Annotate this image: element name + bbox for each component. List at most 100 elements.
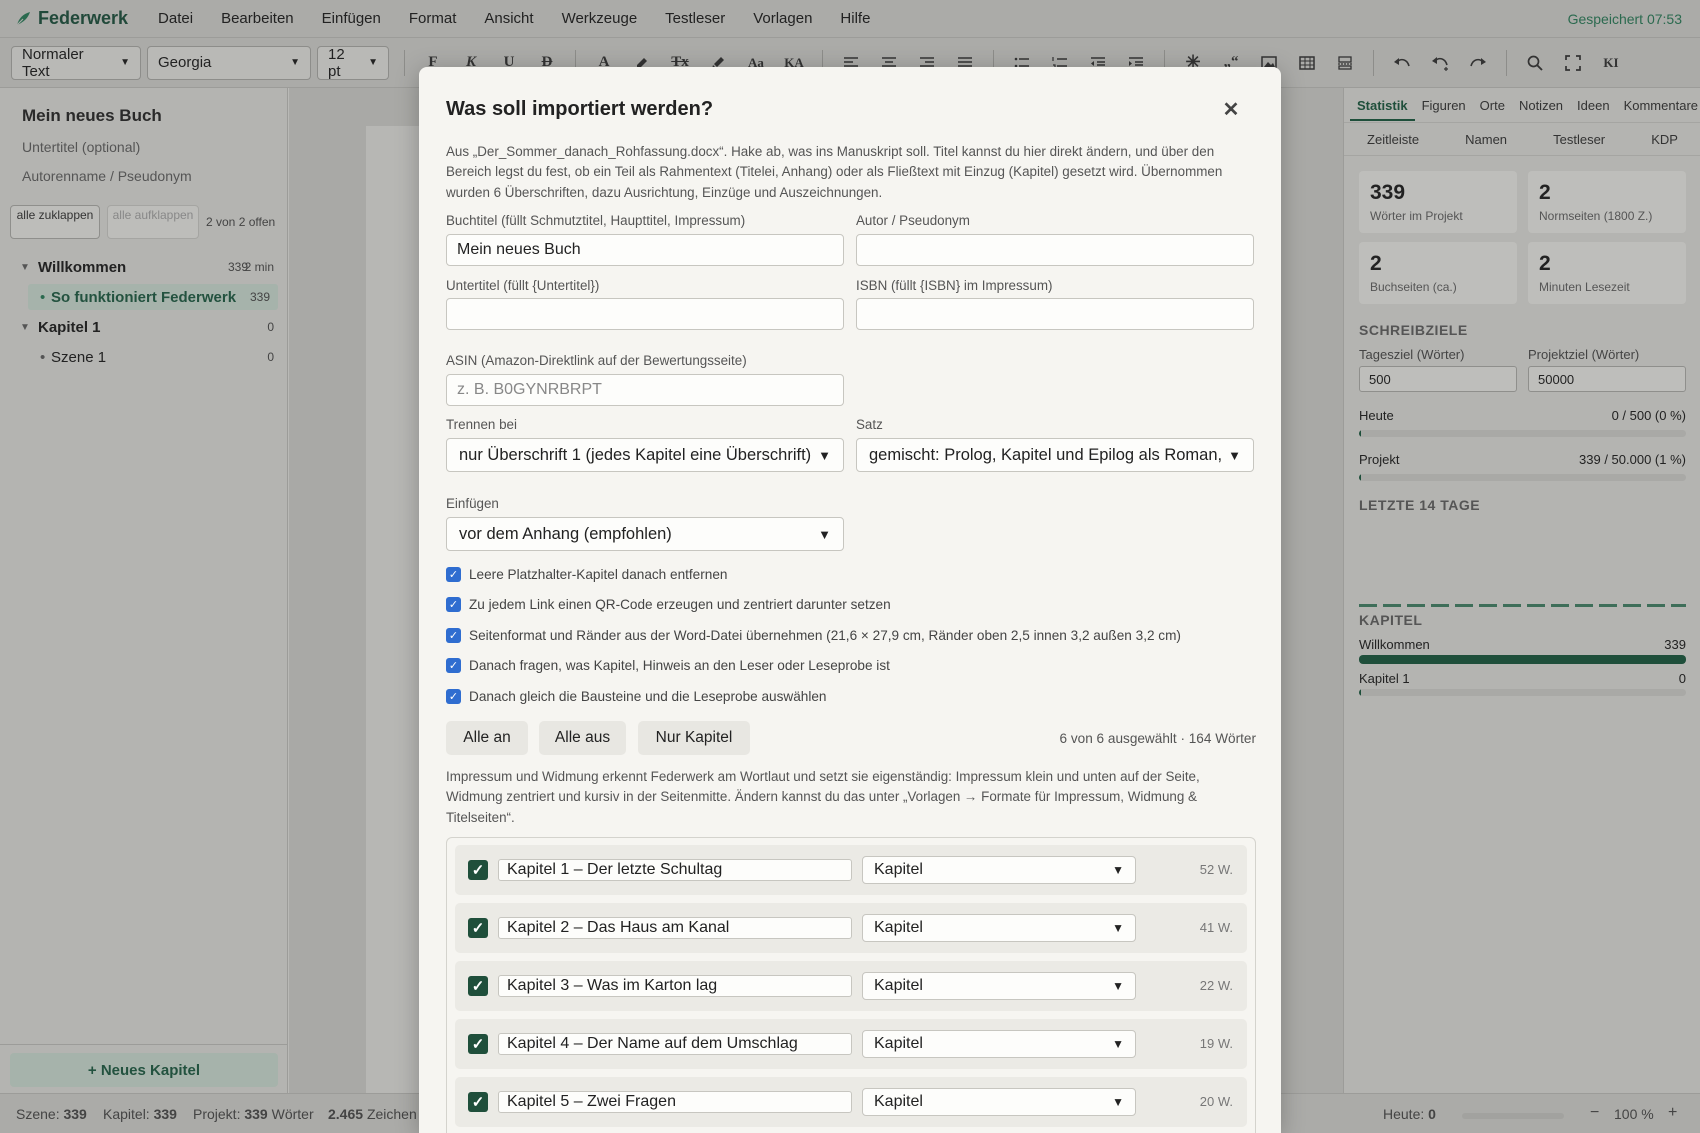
- insert-position-select[interactable]: vor dem Anhang (empfohlen) ▼: [446, 517, 844, 551]
- fullscreen-button[interactable]: [1554, 46, 1592, 80]
- zoom-out-button[interactable]: −: [1590, 1104, 1599, 1122]
- tab-statistik[interactable]: Statistik: [1350, 98, 1415, 121]
- undo-history-button[interactable]: [1421, 46, 1459, 80]
- tab-kdp[interactable]: KDP: [1651, 132, 1678, 147]
- menu-werkzeuge[interactable]: Werkzeuge: [548, 10, 652, 27]
- author-label: Autor / Pseudonym: [856, 213, 970, 228]
- item-title-input[interactable]: Kapitel 3 – Was im Karton lag: [498, 975, 852, 997]
- checkbox-checked-icon[interactable]: ✓: [468, 918, 488, 938]
- book-title-label: Buchtitel (füllt Schmutztitel, Haupttite…: [446, 213, 746, 228]
- toolbar-divider: [1506, 49, 1507, 76]
- project-goal-input[interactable]: 50000: [1528, 366, 1686, 392]
- option-page-format[interactable]: ✓ Seitenformat und Ränder aus der Word-Da…: [446, 628, 1181, 643]
- menu-vorlagen[interactable]: Vorlagen: [739, 10, 826, 27]
- tab-ideen[interactable]: Ideen: [1570, 98, 1617, 113]
- new-chapter-button[interactable]: + Neues Kapitel: [10, 1053, 278, 1087]
- item-type-select[interactable]: Kapitel ▼: [862, 972, 1136, 1000]
- subtitle-input[interactable]: [446, 298, 844, 330]
- book-title[interactable]: Mein neues Buch: [22, 106, 162, 126]
- collapse-all-button[interactable]: alle zuklappen: [10, 205, 100, 239]
- only-chapters-button[interactable]: Nur Kapitel: [638, 721, 750, 755]
- tab-notizen[interactable]: Notizen: [1512, 98, 1570, 113]
- checkbox-checked-icon[interactable]: ✓: [446, 597, 461, 612]
- checkbox-checked-icon[interactable]: ✓: [468, 1034, 488, 1054]
- all-off-button[interactable]: Alle aus: [539, 721, 626, 755]
- import-items-list: ✓ Kapitel 1 – Der letzte Schultag Kapite…: [446, 837, 1256, 1133]
- item-title-input[interactable]: Kapitel 5 – Zwei Fragen: [498, 1091, 852, 1113]
- undo-button[interactable]: [1383, 46, 1421, 80]
- item-title-input[interactable]: Kapitel 2 – Das Haus am Kanal: [498, 917, 852, 939]
- menu-testleser[interactable]: Testleser: [651, 10, 739, 27]
- option-qr-codes[interactable]: ✓ Zu jedem Link einen QR-Code erzeugen un…: [446, 597, 891, 612]
- font-size-select[interactable]: 12 pt ▼: [317, 45, 389, 80]
- checkbox-checked-icon[interactable]: ✓: [468, 860, 488, 880]
- word-count: 339: [249, 290, 270, 304]
- expand-all-button[interactable]: alle aufklappen: [107, 205, 199, 239]
- checkbox-checked-icon[interactable]: ✓: [446, 689, 461, 704]
- stat-card-words: 339 Wörter im Projekt: [1359, 171, 1517, 233]
- tab-kommentare[interactable]: Kommentare: [1617, 98, 1700, 113]
- scene-word-count: Szene: 339: [16, 1106, 87, 1122]
- tree-chapter-kapitel-1[interactable]: ▼ Kapitel 1 0: [0, 314, 288, 340]
- menu-bearbeiten[interactable]: Bearbeiten: [207, 10, 308, 27]
- book-author-field[interactable]: Autorenname / Pseudonym: [22, 168, 192, 184]
- sidebar-divider: [0, 1044, 288, 1045]
- insert-table-button[interactable]: [1288, 46, 1326, 80]
- menu-ansicht[interactable]: Ansicht: [470, 10, 547, 27]
- book-subtitle-field[interactable]: Untertitel (optional): [22, 139, 140, 155]
- item-type-select[interactable]: Kapitel ▼: [862, 1088, 1136, 1116]
- caret-down-icon[interactable]: ▼: [20, 322, 30, 333]
- font-family-select[interactable]: Georgia ▼: [147, 45, 311, 80]
- item-title-input[interactable]: Kapitel 4 – Der Name auf dem Umschlag: [498, 1033, 852, 1055]
- menu-einfuegen[interactable]: Einfügen: [308, 10, 395, 27]
- chapter-progress-bar: [1359, 655, 1686, 664]
- tab-zeitleiste[interactable]: Zeitleiste: [1367, 132, 1419, 147]
- tree-scene-szene-1[interactable]: • Szene 1 0: [0, 344, 288, 370]
- today-progress-bar: [1359, 430, 1686, 437]
- tab-testleser[interactable]: Testleser: [1553, 132, 1605, 147]
- menu-hilfe[interactable]: Hilfe: [826, 10, 884, 27]
- asin-input[interactable]: z. B. B0GYNRBRPT: [446, 374, 844, 406]
- item-type-select[interactable]: Kapitel ▼: [862, 1030, 1136, 1058]
- chapter-progress-bar: [1359, 689, 1686, 696]
- tab-namen[interactable]: Namen: [1465, 132, 1507, 147]
- caret-down-icon[interactable]: ▼: [20, 262, 30, 273]
- stat-card-book-pages: 2 Buchseiten (ca.): [1359, 242, 1517, 304]
- tree-scene-so-funktioniert[interactable]: • So funktioniert Federwerk 339: [28, 284, 278, 310]
- tab-orte[interactable]: Orte: [1473, 98, 1512, 113]
- search-button[interactable]: [1516, 46, 1554, 80]
- author-input[interactable]: [856, 234, 1254, 266]
- menu-datei[interactable]: Datei: [144, 10, 207, 27]
- isbn-input[interactable]: [856, 298, 1254, 330]
- tree-chapter-willkommen[interactable]: ▼ Willkommen 339 2 min: [0, 254, 288, 280]
- checkbox-checked-icon[interactable]: ✓: [446, 658, 461, 673]
- close-icon[interactable]: ✕: [1219, 97, 1243, 122]
- redo-button[interactable]: [1459, 46, 1497, 80]
- item-type-select[interactable]: Kapitel ▼: [862, 914, 1136, 942]
- option-ask-chapter-type[interactable]: ✓ Danach fragen, was Kapitel, Hinweis an …: [446, 658, 890, 673]
- chapter-stat-row: Kapitel 1 0: [1359, 671, 1686, 686]
- checkbox-checked-icon[interactable]: ✓: [468, 976, 488, 996]
- item-type-select[interactable]: Kapitel ▼: [862, 856, 1136, 884]
- checkbox-checked-icon[interactable]: ✓: [446, 628, 461, 643]
- option-remove-placeholders[interactable]: ✓ Leere Platzhalter-Kapitel danach entfer…: [446, 567, 727, 582]
- tab-figuren[interactable]: Figuren: [1415, 98, 1473, 113]
- dialog-description: Aus „Der_Sommer_danach_Rohfassung.docx“.…: [446, 144, 1223, 200]
- paragraph-style-select[interactable]: Normaler Text ▼: [11, 45, 141, 80]
- isbn-label: ISBN (füllt {ISBN} im Impressum): [856, 278, 1053, 293]
- typeset-select[interactable]: gemischt: Prolog, Kapitel und Epilog als…: [856, 438, 1254, 472]
- split-select[interactable]: nur Überschrift 1 (jedes Kapitel eine Üb…: [446, 438, 844, 472]
- menu-format[interactable]: Format: [395, 10, 471, 27]
- daily-goal-input[interactable]: 500: [1359, 366, 1517, 392]
- all-on-button[interactable]: Alle an: [446, 721, 528, 755]
- page-break-button[interactable]: [1326, 46, 1364, 80]
- zoom-in-button[interactable]: +: [1668, 1104, 1677, 1122]
- book-title-input[interactable]: Mein neues Buch: [446, 234, 844, 266]
- fullscreen-icon: [1565, 54, 1581, 71]
- option-select-blocks[interactable]: ✓ Danach gleich die Bausteine und die Les…: [446, 689, 826, 704]
- checkbox-checked-icon[interactable]: ✓: [468, 1092, 488, 1112]
- ai-button[interactable]: KI: [1592, 46, 1630, 80]
- item-title-input[interactable]: Kapitel 1 – Der letzte Schultag: [498, 859, 852, 881]
- search-icon: [1527, 55, 1543, 71]
- checkbox-checked-icon[interactable]: ✓: [446, 567, 461, 582]
